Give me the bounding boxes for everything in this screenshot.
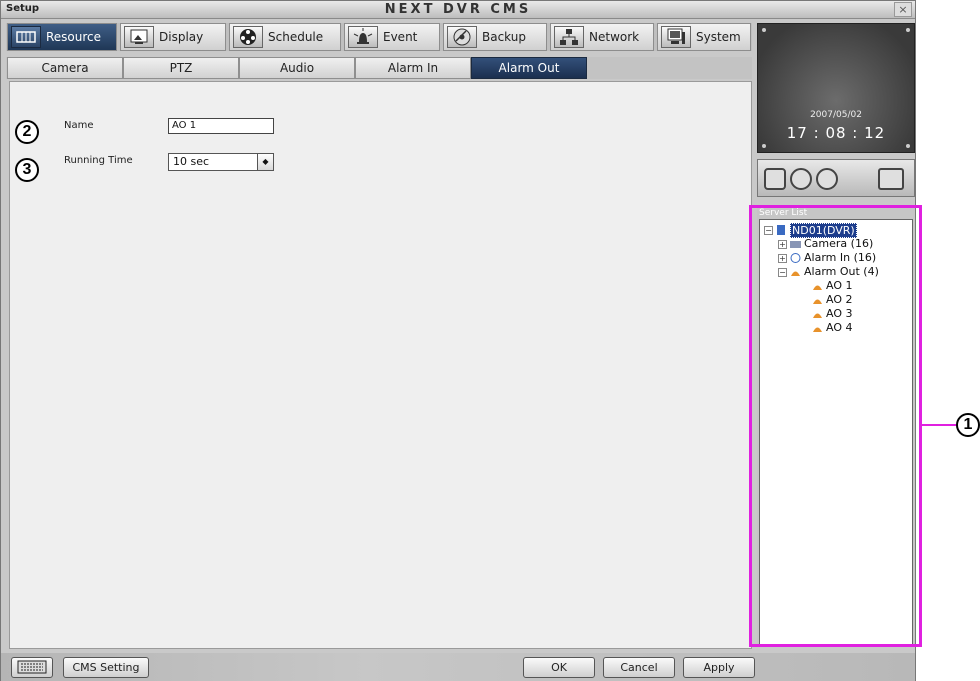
tab-schedule[interactable]: Schedule [229, 23, 341, 51]
clock-panel: 2007/05/02 17 : 08 : 12 [757, 23, 915, 153]
system-icon [661, 26, 691, 48]
screw-icon [906, 28, 910, 32]
keyboard-button[interactable] [11, 657, 53, 678]
cancel-button[interactable]: Cancel [603, 657, 675, 678]
clock-date: 2007/05/02 [810, 110, 862, 120]
close-button[interactable]: × [894, 2, 912, 17]
subtab-alarm-out[interactable]: Alarm Out [471, 57, 587, 79]
screw-icon [762, 28, 766, 32]
tab-label: Resource [46, 30, 102, 44]
tab-label: Event [383, 30, 418, 44]
tab-backup[interactable]: Backup [443, 23, 547, 51]
apply-button[interactable]: Apply [683, 657, 755, 678]
backup-icon [447, 26, 477, 48]
tab-label: Network [589, 30, 640, 44]
name-field[interactable]: AO 1 [168, 118, 274, 134]
subtab-camera[interactable]: Camera [7, 57, 123, 79]
tab-system[interactable]: System [657, 23, 751, 51]
keyboard-icon [17, 660, 47, 674]
bottom-bar: CMS Setting OK Cancel Apply [1, 653, 915, 681]
subtab-audio[interactable]: Audio [239, 57, 355, 79]
callout-leader-line [922, 424, 956, 426]
app-title: NEXT DVR CMS [384, 2, 532, 17]
tab-label: Display [159, 30, 204, 44]
network-icon [554, 26, 584, 48]
tool-panel [757, 159, 915, 197]
server-list-highlight [749, 205, 922, 647]
tab-event[interactable]: Event [344, 23, 440, 51]
tab-label: Backup [482, 30, 526, 44]
event-icon [348, 26, 378, 48]
title-bar: Setup NEXT DVR CMS × [1, 1, 915, 19]
running-time-value: 10 sec [173, 155, 210, 168]
schedule-icon [233, 26, 263, 48]
alarm-out-settings-panel: 2 Name AO 1 3 Running Time 10 sec ◆ [9, 81, 752, 649]
tab-display[interactable]: Display [120, 23, 226, 51]
playback-icon[interactable] [790, 168, 812, 190]
ok-button[interactable]: OK [523, 657, 595, 678]
name-label: Name [64, 120, 94, 131]
clock-time: 17 : 08 : 12 [786, 124, 886, 142]
setup-icon[interactable] [816, 168, 838, 190]
running-time-label: Running Time [64, 155, 133, 166]
screw-icon [906, 144, 910, 148]
resource-icon [11, 26, 41, 48]
dropdown-arrow-icon[interactable]: ◆ [257, 154, 273, 170]
subtab-alarm-in[interactable]: Alarm In [355, 57, 471, 79]
callout-1: 1 [956, 413, 980, 437]
device-menu-icon[interactable] [878, 168, 904, 190]
tab-label: Schedule [268, 30, 324, 44]
subtab-ptz[interactable]: PTZ [123, 57, 239, 79]
tab-label: System [696, 30, 741, 44]
callout-2: 2 [15, 120, 39, 144]
sub-tabs: Camera PTZ Audio Alarm In Alarm Out [6, 57, 752, 79]
display-icon [124, 26, 154, 48]
cms-setting-button[interactable]: CMS Setting [63, 657, 149, 678]
callout-3: 3 [15, 158, 39, 182]
tab-resource[interactable]: Resource [7, 23, 117, 51]
screw-icon [762, 144, 766, 148]
running-time-select[interactable]: 10 sec ◆ [168, 153, 274, 171]
tab-network[interactable]: Network [550, 23, 654, 51]
camera-view-icon[interactable] [764, 168, 786, 190]
main-tabs: Resource Display Schedule Event Backup N… [6, 23, 752, 51]
